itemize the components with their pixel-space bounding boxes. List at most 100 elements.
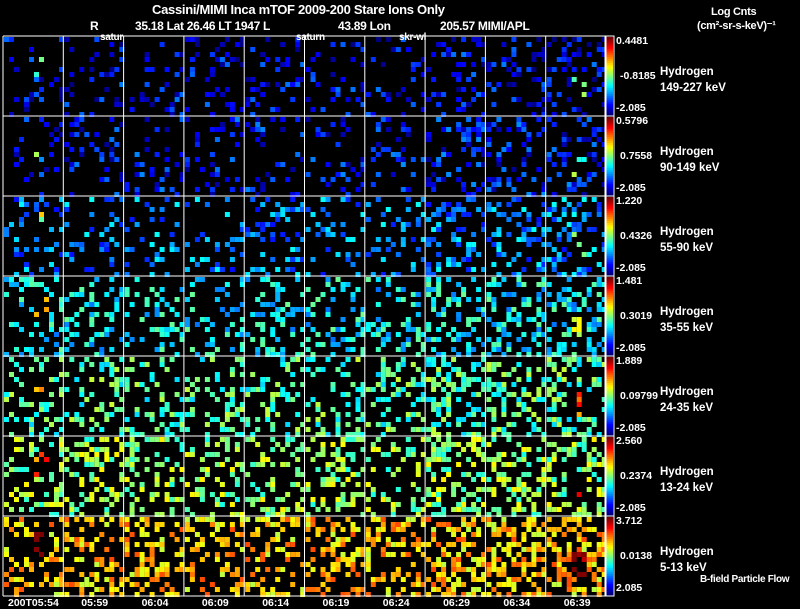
pixel (330, 577, 336, 582)
pixel (144, 522, 150, 527)
pixel (124, 182, 130, 187)
pixel (405, 452, 411, 457)
row-species-label: Hydrogen (660, 466, 714, 478)
pixel (516, 412, 522, 417)
pixel (29, 427, 34, 432)
pixel (566, 332, 572, 337)
pixel (516, 482, 522, 487)
pixel (405, 437, 411, 442)
pixel (139, 482, 145, 487)
pixel (591, 62, 597, 67)
pixel (536, 587, 542, 592)
pixel (536, 77, 542, 82)
pixel (234, 587, 240, 592)
pixel (546, 97, 552, 102)
pixel (94, 147, 100, 152)
pixel (350, 562, 356, 567)
pixel (415, 572, 421, 577)
pixel (199, 167, 205, 172)
pixel (144, 137, 150, 142)
pixel (265, 37, 271, 42)
pixel (355, 397, 361, 402)
pixel (345, 127, 351, 132)
pixel (400, 542, 406, 547)
pixel (194, 547, 200, 552)
pixel (521, 402, 527, 407)
pixel (536, 427, 542, 432)
pixel (400, 342, 406, 347)
pixel (245, 587, 251, 592)
pixel (441, 377, 447, 382)
pixel (89, 427, 95, 432)
pixel (486, 367, 492, 372)
pixel (466, 442, 472, 447)
pixel (511, 412, 517, 417)
pixel (94, 562, 100, 567)
pixel (436, 282, 442, 287)
pixel (199, 477, 205, 482)
pixel (214, 537, 220, 542)
pixel (245, 77, 251, 82)
pixel (486, 82, 492, 87)
pixel (270, 107, 276, 112)
pixel (566, 447, 572, 452)
pixel (521, 457, 527, 462)
pixel (496, 157, 502, 162)
pixel (34, 72, 39, 77)
pixel (14, 447, 19, 452)
pixel (129, 502, 135, 507)
pixel (255, 322, 261, 327)
pixel (350, 492, 356, 497)
pixel (245, 227, 251, 232)
pixel (456, 127, 462, 132)
pixel (410, 77, 416, 82)
pixel (426, 237, 432, 242)
pixel (340, 327, 346, 332)
pixel (184, 387, 190, 392)
pixel (506, 552, 512, 557)
pixel (219, 62, 225, 67)
pixel (561, 517, 567, 522)
pixel (441, 362, 447, 367)
pixel (556, 92, 562, 97)
pixel (39, 267, 44, 272)
pixel (446, 577, 452, 582)
pixel (556, 507, 562, 512)
pixel (260, 387, 266, 392)
pixel (451, 567, 457, 572)
pixel (576, 382, 582, 387)
pixel (461, 107, 467, 112)
pixel (516, 252, 522, 257)
pixel (64, 447, 70, 452)
pixel (260, 377, 266, 382)
pixel (345, 162, 351, 167)
pixel (270, 427, 276, 432)
pixel (340, 77, 346, 82)
pixel (29, 582, 34, 587)
pixel (255, 567, 261, 572)
pixel (109, 137, 115, 142)
pixel (290, 357, 296, 362)
pixel (521, 567, 527, 572)
pixel (149, 562, 155, 567)
pixel (511, 557, 517, 562)
pixel (426, 137, 432, 142)
overlay-label-skr: skr-wl (399, 32, 427, 43)
pixel (345, 452, 351, 457)
pixel (219, 482, 225, 487)
pixel (596, 282, 602, 287)
pixel (320, 547, 326, 552)
pixel (516, 237, 522, 242)
pixel (335, 477, 341, 482)
pixel (24, 557, 29, 562)
pixel (305, 527, 311, 532)
pixel (245, 437, 251, 442)
pixel (561, 287, 567, 292)
pixel (295, 517, 301, 522)
pixel (194, 492, 200, 497)
pixel (305, 427, 311, 432)
pixel (400, 287, 406, 292)
pixel (134, 197, 140, 202)
pixel (224, 427, 230, 432)
pixel (234, 142, 240, 147)
